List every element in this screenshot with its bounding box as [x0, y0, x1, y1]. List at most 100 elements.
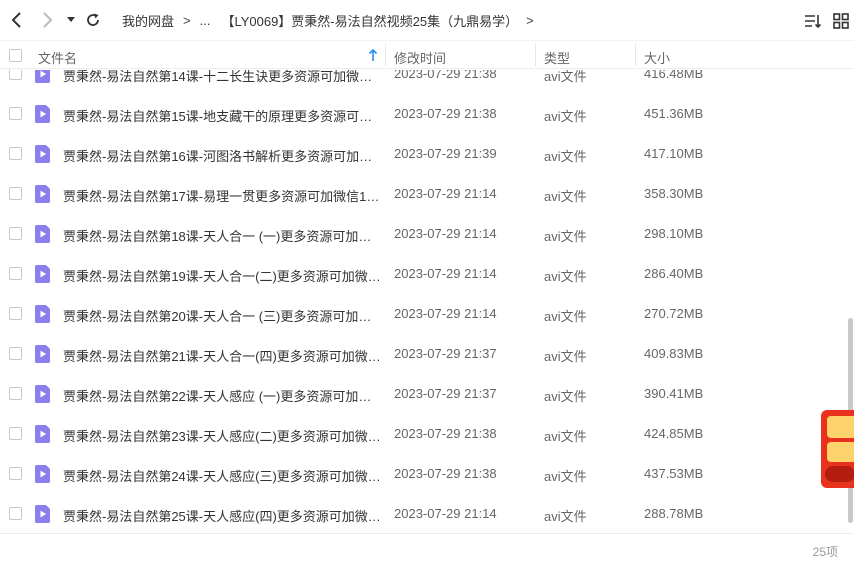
file-name[interactable]: 贾秉然-易法自然第15课-地支藏干的原理更多资源可加微...: [63, 106, 383, 125]
file-type: avi文件: [544, 70, 587, 84]
video-file-icon: [35, 425, 50, 443]
file-name[interactable]: 贾秉然-易法自然第22课-天人感应 (一)更多资源可加微信...: [63, 386, 383, 405]
file-modified-time: 2023-07-29 21:14: [394, 266, 497, 281]
file-row[interactable]: 贾秉然-易法自然第21课-天人合一(四)更多资源可加微信1... 2023-07-…: [0, 334, 846, 374]
row-checkbox[interactable]: [9, 307, 22, 320]
column-divider[interactable]: [385, 44, 386, 66]
toolbar: 我的网盘 > ... 【LY0069】贾秉然-易法自然视频25集（九鼎易学） >: [0, 0, 854, 40]
caret-down-icon: [67, 17, 75, 22]
file-size: 417.10MB: [644, 146, 704, 161]
file-name[interactable]: 贾秉然-易法自然第17课-易理一贯更多资源可加微信1598...: [63, 186, 383, 205]
status-bar: 25项: [0, 533, 854, 564]
back-button[interactable]: [4, 7, 30, 33]
row-checkbox[interactable]: [9, 187, 22, 200]
row-checkbox[interactable]: [9, 70, 22, 80]
file-name[interactable]: 贾秉然-易法自然第23课-天人感应(二)更多资源可加微信1...: [63, 426, 383, 445]
row-checkbox[interactable]: [9, 267, 22, 280]
column-header: 文件名 修改时间 类型 大小: [0, 40, 854, 69]
row-checkbox[interactable]: [9, 467, 22, 480]
row-checkbox[interactable]: [9, 227, 22, 240]
column-modified[interactable]: 修改时间: [394, 48, 446, 67]
file-row[interactable]: 贾秉然-易法自然第17课-易理一贯更多资源可加微信1598... 2023-07-…: [0, 174, 846, 214]
file-size: 409.83MB: [644, 346, 704, 361]
column-divider[interactable]: [535, 44, 536, 66]
row-checkbox[interactable]: [9, 427, 22, 440]
file-row[interactable]: 贾秉然-易法自然第14课-十二长生诀更多资源可加微信15... 2023-07-2…: [0, 70, 846, 94]
video-file-icon: [35, 105, 50, 123]
file-modified-time: 2023-07-29 21:14: [394, 306, 497, 321]
row-checkbox[interactable]: [9, 387, 22, 400]
item-count: 25项: [812, 545, 838, 559]
row-checkbox[interactable]: [9, 107, 22, 120]
file-type: avi文件: [544, 349, 587, 364]
file-size: 286.40MB: [644, 266, 704, 281]
video-file-icon: [35, 185, 50, 203]
chevron-right-icon: [43, 12, 53, 28]
video-file-icon: [35, 265, 50, 283]
grid-view-icon: [833, 13, 849, 29]
file-name[interactable]: 贾秉然-易法自然第16课-河图洛书解析更多资源可加微信...: [63, 146, 383, 165]
file-row[interactable]: 贾秉然-易法自然第20课-天人合一 (三)更多资源可加微信... 2023-07-…: [0, 294, 846, 334]
column-size[interactable]: 大小: [644, 48, 670, 67]
video-file-icon: [35, 465, 50, 483]
file-row[interactable]: 贾秉然-易法自然第15课-地支藏干的原理更多资源可加微... 2023-07-29…: [0, 94, 846, 134]
breadcrumb-separator-icon: >: [526, 13, 534, 28]
history-dropdown-button[interactable]: [62, 7, 80, 33]
chevron-left-icon: [11, 12, 21, 28]
file-row[interactable]: 贾秉然-易法自然第18课-天人合一 (一)更多资源可加微信... 2023-07-…: [0, 214, 846, 254]
file-type: avi文件: [544, 469, 587, 484]
file-modified-time: 2023-07-29 21:38: [394, 106, 497, 121]
file-modified-time: 2023-07-29 21:39: [394, 146, 497, 161]
file-row[interactable]: 贾秉然-易法自然第24课-天人感应(三)更多资源可加微信1... 2023-07-…: [0, 454, 846, 494]
row-checkbox[interactable]: [9, 507, 22, 520]
breadcrumb-ellipsis[interactable]: ...: [200, 13, 211, 28]
file-type: avi文件: [544, 509, 587, 524]
file-modified-time: 2023-07-29 21:14: [394, 186, 497, 201]
refresh-button[interactable]: [80, 7, 106, 33]
file-row[interactable]: 贾秉然-易法自然第23课-天人感应(二)更多资源可加微信1... 2023-07-…: [0, 414, 846, 454]
row-checkbox[interactable]: [9, 347, 22, 360]
video-file-icon: [35, 145, 50, 163]
refresh-icon: [87, 13, 99, 26]
column-name[interactable]: 文件名: [38, 48, 77, 67]
file-name[interactable]: 贾秉然-易法自然第18课-天人合一 (一)更多资源可加微信...: [63, 226, 383, 245]
video-file-icon: [35, 385, 50, 403]
select-all-checkbox[interactable]: [9, 49, 22, 62]
file-size: 270.72MB: [644, 306, 704, 321]
sort-ascending-icon[interactable]: [368, 48, 378, 62]
file-size: 390.41MB: [644, 386, 704, 401]
breadcrumb: 我的网盘 > ... 【LY0069】贾秉然-易法自然视频25集（九鼎易学） >: [122, 11, 543, 30]
file-modified-time: 2023-07-29 21:38: [394, 466, 497, 481]
breadcrumb-separator-icon: >: [183, 13, 191, 28]
file-type: avi文件: [544, 149, 587, 164]
file-modified-time: 2023-07-29 21:14: [394, 226, 497, 241]
sort-button[interactable]: [800, 8, 826, 34]
promo-banner[interactable]: [821, 410, 854, 488]
file-row[interactable]: 贾秉然-易法自然第25课-天人感应(四)更多资源可加微信1... 2023-07-…: [0, 494, 846, 533]
file-row[interactable]: 贾秉然-易法自然第16课-河图洛书解析更多资源可加微信... 2023-07-29…: [0, 134, 846, 174]
view-mode-button[interactable]: [828, 8, 854, 34]
file-type: avi文件: [544, 229, 587, 244]
file-name[interactable]: 贾秉然-易法自然第20课-天人合一 (三)更多资源可加微信...: [63, 306, 383, 325]
breadcrumb-current-folder[interactable]: 【LY0069】贾秉然-易法自然视频25集（九鼎易学）: [221, 11, 518, 30]
file-type: avi文件: [544, 389, 587, 404]
forward-button[interactable]: [34, 7, 60, 33]
column-type[interactable]: 类型: [544, 48, 570, 67]
file-name[interactable]: 贾秉然-易法自然第14课-十二长生诀更多资源可加微信15...: [63, 70, 383, 85]
file-name[interactable]: 贾秉然-易法自然第25课-天人感应(四)更多资源可加微信1...: [63, 506, 383, 525]
column-divider[interactable]: [635, 44, 636, 66]
video-file-icon: [35, 305, 50, 323]
file-name[interactable]: 贾秉然-易法自然第21课-天人合一(四)更多资源可加微信1...: [63, 346, 383, 365]
file-name[interactable]: 贾秉然-易法自然第24课-天人感应(三)更多资源可加微信1...: [63, 466, 383, 485]
file-row[interactable]: 贾秉然-易法自然第22课-天人感应 (一)更多资源可加微信... 2023-07-…: [0, 374, 846, 414]
file-size: 416.48MB: [644, 70, 704, 81]
row-checkbox[interactable]: [9, 147, 22, 160]
file-name[interactable]: 贾秉然-易法自然第19课-天人合一(二)更多资源可加微信1...: [63, 266, 383, 285]
video-file-icon: [35, 345, 50, 363]
breadcrumb-root[interactable]: 我的网盘: [122, 11, 174, 30]
file-row[interactable]: 贾秉然-易法自然第19课-天人合一(二)更多资源可加微信1... 2023-07-…: [0, 254, 846, 294]
video-file-icon: [35, 225, 50, 243]
file-type: avi文件: [544, 309, 587, 324]
file-modified-time: 2023-07-29 21:38: [394, 70, 497, 81]
file-size: 358.30MB: [644, 186, 704, 201]
